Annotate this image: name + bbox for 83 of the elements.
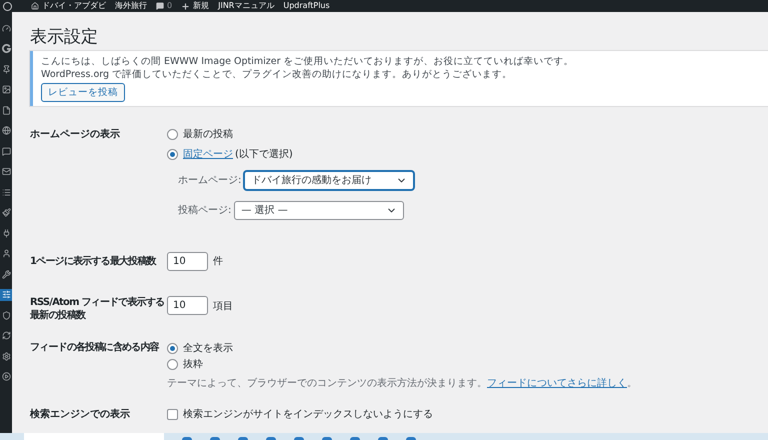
pin-icon [2, 64, 10, 74]
page-title: 表示設定 [30, 26, 99, 48]
sidebar-item[interactable] [0, 104, 12, 116]
review-button[interactable]: レビューを投稿 [41, 83, 125, 102]
sidebar-item[interactable] [0, 166, 12, 178]
sidebar-item[interactable] [0, 288, 12, 300]
taskbar-app-icon[interactable] [378, 437, 388, 440]
radio-label: 抜粋 [183, 358, 203, 372]
notice-text: WordPress.org で評価していただくことで、プラグイン改善の助けになります。ありがとうございます。 [41, 68, 512, 81]
site-name-link[interactable]: ドバイ・アブダビ [31, 0, 106, 12]
number-input[interactable]: 10 [167, 296, 208, 315]
radio-label: 全文を表示 [183, 342, 233, 356]
dropdown-select[interactable]: — 選択 — [234, 201, 404, 220]
admin-bar-link[interactable]: UpdraftPlus [283, 0, 330, 12]
wrench-icon [2, 270, 10, 278]
new-link[interactable]: 新規 [181, 0, 210, 12]
field-label: ホームページの表示 [30, 128, 121, 142]
field-label: 1ページに表示する最大投稿数 [30, 254, 158, 269]
description-text: テーマによって、ブラウザーでのコンテンツの表示方法が決まります。フィードについてさらに詳しく。 [167, 376, 637, 391]
taskbar-app-icon[interactable] [210, 437, 220, 440]
play-icon [2, 372, 10, 381]
user-icon [2, 249, 10, 258]
admin-bar-link[interactable]: 海外旅行 [115, 0, 147, 12]
sidebar-item[interactable] [0, 124, 12, 136]
checkbox[interactable] [167, 409, 178, 420]
sidebar-item[interactable] [0, 206, 12, 218]
sidebar-item[interactable] [0, 22, 12, 34]
settings-icon [2, 352, 10, 360]
comment-icon [156, 2, 164, 10]
radio-button[interactable] [167, 358, 178, 370]
brush-icon [2, 208, 10, 217]
radio-button[interactable] [167, 342, 178, 354]
unit-label: 件 [213, 255, 223, 269]
field-label: 検索エンジンでの表示 [30, 408, 131, 422]
radio-label: 最新の投稿 [183, 128, 233, 142]
home-icon [31, 2, 39, 10]
field-label: フィードの各投稿に含める内容 [30, 340, 160, 355]
taskbar-app-icon[interactable] [350, 437, 360, 440]
unit-label: 項目 [213, 300, 233, 314]
sidebar-item[interactable] [0, 370, 12, 382]
taskbar-app-icon[interactable] [238, 437, 248, 440]
page-icon [2, 106, 10, 114]
taskbar-app-icon[interactable] [182, 437, 192, 440]
radio-button[interactable] [167, 128, 178, 140]
sidebar-item[interactable] [0, 84, 12, 96]
globe-icon [2, 126, 10, 135]
checkbox-label: 検索エンジンがサイトをインデックスしないようにする [183, 408, 433, 422]
mail-icon [2, 167, 10, 176]
field-label: RSS/Atom フィードで表示する [30, 296, 166, 309]
field-label: 最新の投稿数 [30, 309, 87, 322]
taskbar-app-icon[interactable] [322, 437, 332, 440]
field-label: ホームページ: [178, 174, 242, 188]
sliders-icon [2, 290, 10, 299]
taskbar-search-field[interactable] [24, 433, 164, 440]
number-input[interactable]: 10 [167, 252, 208, 271]
plus-icon [181, 2, 190, 10]
taskbar-app-icon[interactable] [294, 437, 304, 440]
taskbar-app-icon[interactable] [406, 437, 416, 440]
sidebar-item[interactable] [0, 42, 12, 54]
shield-icon [2, 310, 10, 320]
taskbar-app-icon[interactable] [266, 437, 276, 440]
image-icon [2, 85, 10, 94]
admin-bar-link[interactable]: JINRマニュアル [218, 0, 274, 12]
sidebar-item[interactable] [0, 145, 12, 157]
plug-icon [2, 228, 10, 238]
sidebar-item[interactable] [0, 330, 12, 342]
gauge-icon [2, 24, 10, 32]
g-letter-icon [2, 44, 10, 53]
sidebar-item[interactable] [0, 268, 12, 280]
radio-label: (以下で選択) [235, 148, 293, 162]
sidebar-item[interactable] [0, 309, 12, 321]
wordpress-logo-icon[interactable] [3, 2, 12, 10]
comment-icon [2, 146, 10, 156]
field-label: 投稿ページ: [178, 204, 232, 218]
sidebar-item[interactable] [0, 350, 12, 362]
dropdown-select[interactable]: ドバイ旅行の感動をお届け [244, 171, 414, 190]
notice-text: こんにちは、しばらくの間 EWWW Image Optimizer をご使用いただいておりますが、お役に立てていれば幸いです。 [41, 55, 574, 68]
radio-button[interactable] [167, 148, 178, 160]
feed-link[interactable]: フィードについてさらに詳しく [487, 378, 627, 389]
comments-link[interactable]: 0 [156, 0, 172, 12]
list-icon [2, 188, 10, 196]
static-page-link[interactable]: 固定ページ [183, 146, 233, 162]
refresh-icon [2, 331, 10, 340]
